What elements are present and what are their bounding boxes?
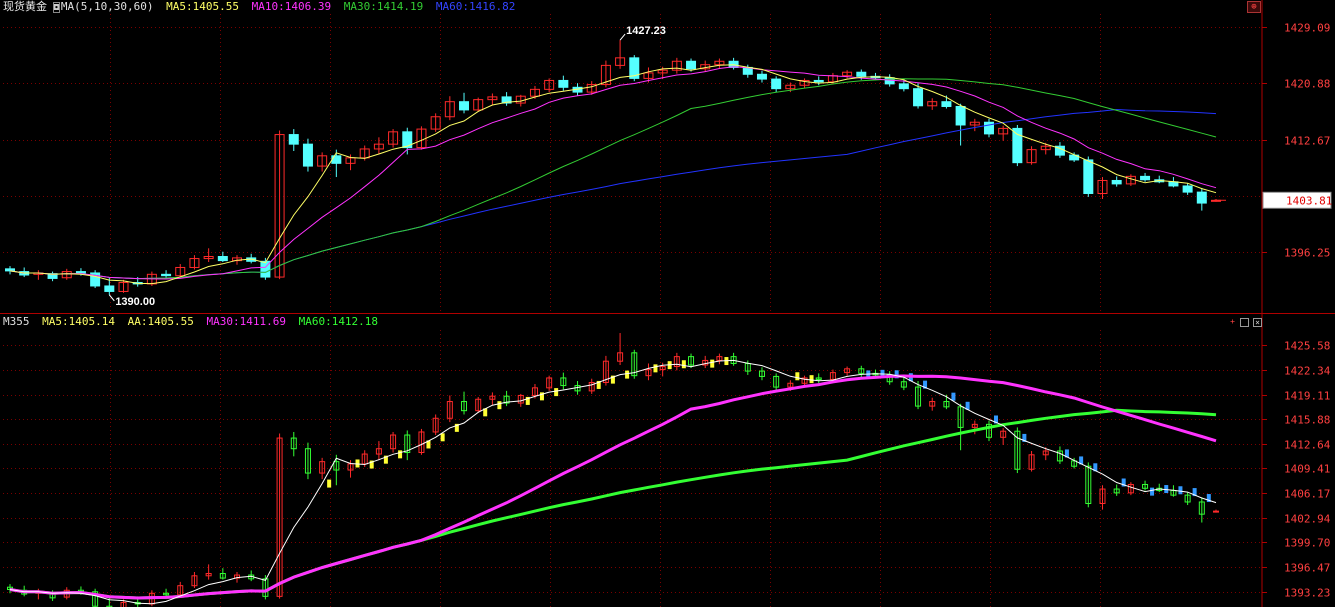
instrument-name: 现货黄金	[3, 0, 47, 13]
bottom-ma30-line	[9, 374, 1217, 600]
current-price-label: 1403.81	[1286, 194, 1332, 207]
indicator-marker	[795, 372, 800, 381]
bottom-tick-label: 1406.17	[1284, 488, 1330, 501]
ma10-label: MA10:1406.39	[251, 0, 332, 13]
bottom-tick-label: 1393.23	[1284, 587, 1330, 600]
candle-body	[104, 285, 115, 292]
candle-body	[913, 88, 924, 107]
indicator-marker	[625, 370, 630, 379]
bottom-tick-label: 1402.94	[1284, 513, 1331, 526]
candle-body	[217, 256, 228, 262]
top-tick-label: 1396.25	[1284, 247, 1330, 260]
candle-body	[1140, 175, 1151, 181]
indicator-marker	[951, 392, 956, 401]
bottom-tick-label: 1422.34	[1284, 365, 1331, 378]
bottom-tick-label: 1419.11	[1284, 390, 1330, 403]
indicator-marker	[710, 359, 715, 368]
ma30-line	[9, 78, 1217, 280]
candle-body	[856, 71, 867, 77]
indicator-marker	[681, 360, 686, 369]
candle-body	[558, 79, 569, 88]
top-legend: 现货黄金 ◘ MA(5,10,30,60) MA5:1405.55 MA10:140…	[3, 0, 521, 14]
indicator-marker	[497, 401, 502, 410]
bottom-aa-label: AA:1405.55	[127, 315, 194, 328]
candle-body	[1083, 159, 1094, 194]
candle-body	[771, 78, 782, 90]
bottom-ma60-label: MA60:1412.18	[298, 315, 379, 328]
top-tick-label: 1429.09	[1284, 22, 1330, 35]
bottom-ma60-line	[9, 408, 1217, 600]
indicator-marker	[1178, 486, 1183, 495]
close-panel-icon[interactable]: ×	[1253, 318, 1262, 327]
chart-window: { "colors": { "background": "#000000", "…	[0, 0, 1335, 607]
candle-body	[75, 271, 86, 274]
bottom-tick-label: 1425.58	[1284, 340, 1330, 353]
close-icon[interactable]: ⊕	[1247, 1, 1261, 13]
indicator-body	[1213, 510, 1219, 513]
ma60-line	[9, 108, 1217, 280]
bottom-ma5-label: MA5:1405.14	[42, 315, 115, 328]
candle-body	[288, 134, 299, 145]
ma10-line	[9, 66, 1217, 280]
top-tick-label: 1412.67	[1284, 135, 1330, 148]
candle-body	[941, 101, 952, 107]
candle-body	[756, 73, 767, 80]
candle-body	[459, 101, 470, 111]
candle-body	[898, 83, 909, 90]
indicator-marker	[440, 433, 445, 442]
low-pointer	[108, 294, 115, 302]
top-tick-label: 1420.88	[1284, 78, 1330, 91]
high-label: 1427.23	[626, 25, 666, 37]
price-chart-svg: 1429.091420.881412.671404.461396.251425.…	[0, 0, 1335, 607]
indicator-marker	[809, 375, 814, 384]
bottom-ma30-label: MA30:1411.69	[206, 315, 286, 328]
candle-body	[302, 143, 313, 167]
indicator-marker	[653, 364, 658, 373]
indicator-marker	[327, 479, 332, 488]
candle-body	[161, 273, 172, 277]
indicator-marker	[398, 450, 403, 459]
candle-body	[5, 268, 15, 272]
candle-body	[1196, 191, 1207, 204]
indicator-marker	[554, 388, 559, 397]
candle-body	[1111, 179, 1122, 185]
bottom-legend: M355 MA5:1405.14 AA:1405.55 MA30:1411.69…	[3, 315, 384, 329]
bottom-tick-label: 1409.41	[1284, 463, 1330, 476]
high-pointer	[619, 33, 626, 41]
bottom-tick-label: 1396.47	[1284, 562, 1330, 575]
maximize-panel-icon[interactable]	[1240, 318, 1249, 327]
indicator-settings-icon[interactable]: ◘	[53, 2, 60, 13]
ma60-label: MA60:1416.82	[435, 0, 516, 13]
candle-body	[813, 79, 824, 83]
ma5-line	[9, 64, 1217, 285]
candle-body	[955, 105, 966, 126]
candle-body	[686, 60, 697, 70]
indicator-marker	[1150, 487, 1155, 496]
candle-body	[1182, 185, 1193, 193]
bottom-indicator-name: M355	[3, 315, 30, 328]
ma30-label: MA30:1414.19	[343, 0, 424, 13]
bottom-tick-label: 1415.88	[1284, 414, 1330, 427]
bottom-tick-label: 1412.64	[1284, 439, 1331, 452]
low-label: 1390.00	[115, 296, 155, 308]
bottom-tick-label: 1399.70	[1284, 537, 1330, 550]
indicator-name: MA(5,10,30,60)	[60, 0, 154, 13]
add-indicator-icon[interactable]: +	[1228, 318, 1237, 327]
ma5-label: MA5:1405.55	[166, 0, 240, 13]
candle-body	[1012, 127, 1023, 164]
